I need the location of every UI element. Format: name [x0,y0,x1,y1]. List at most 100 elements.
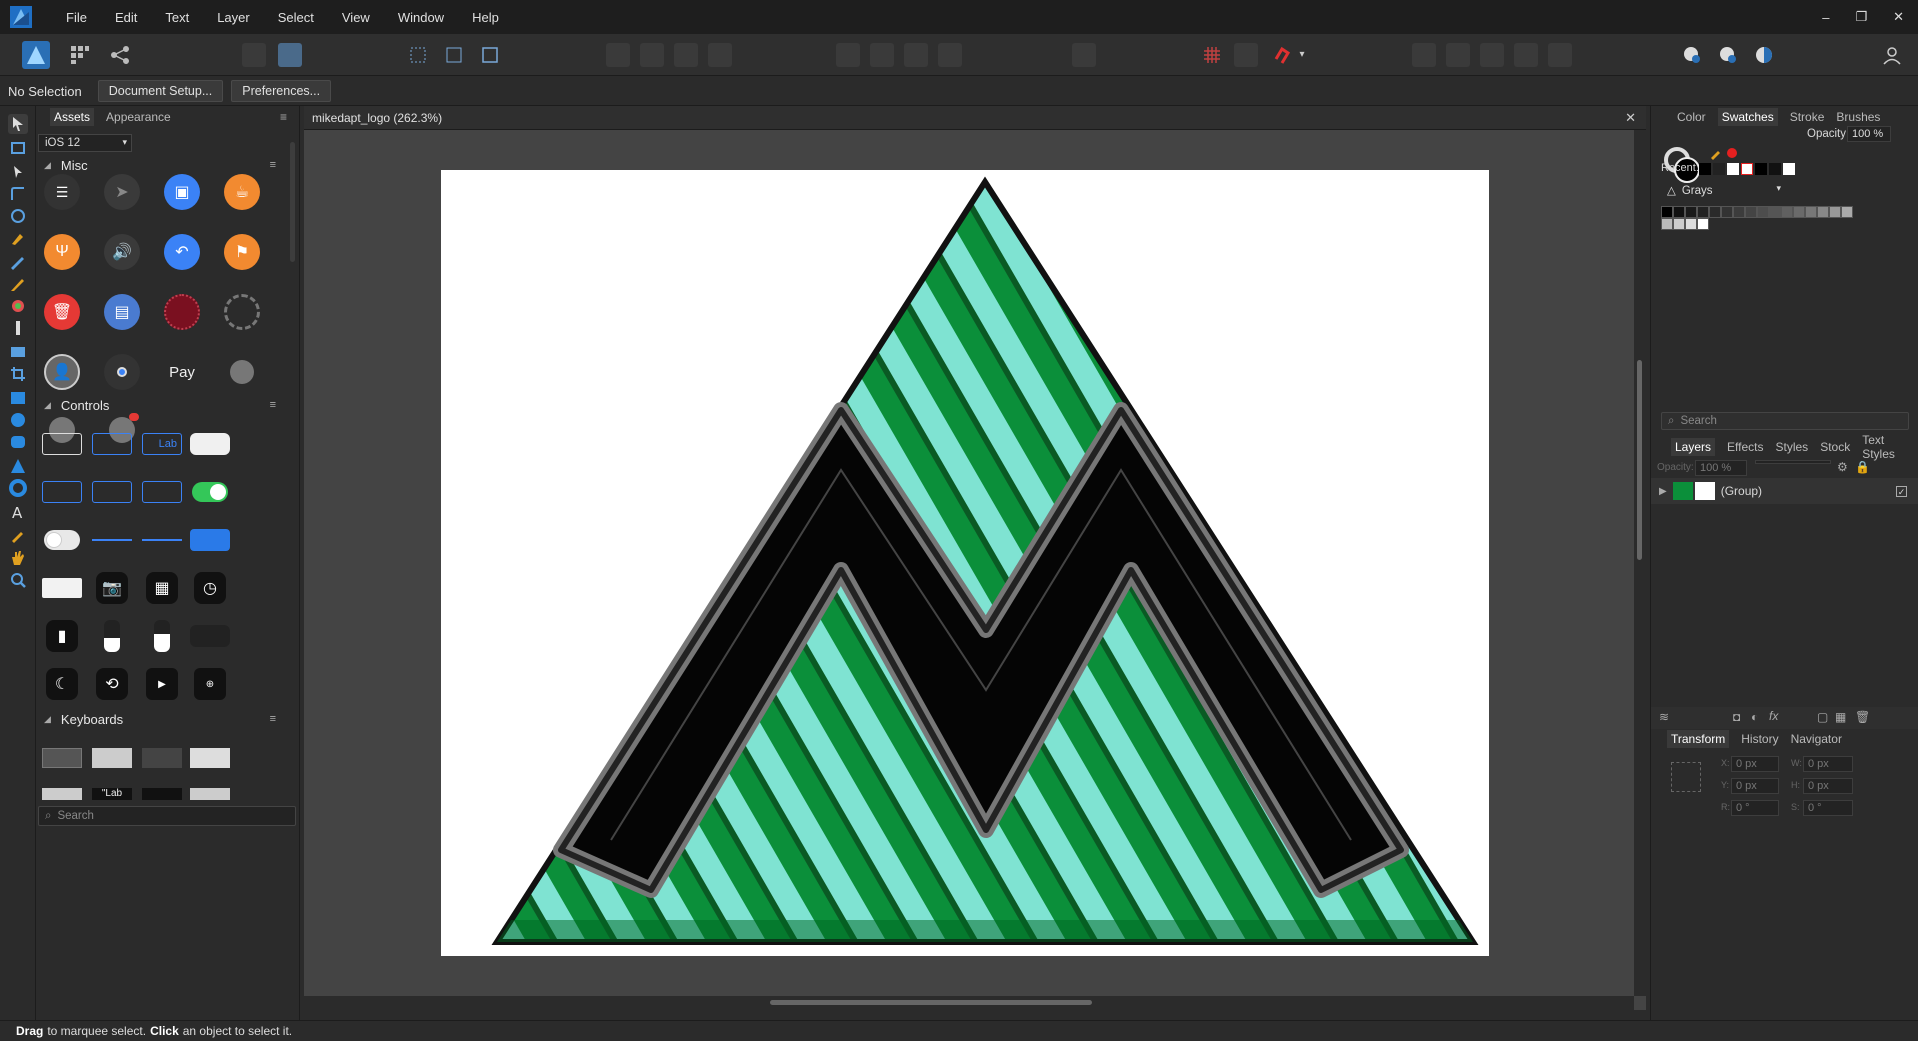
tab-effects[interactable]: Effects [1727,440,1763,454]
lock-icon[interactable]: 🔒 [1855,460,1870,474]
apple-pay-logo[interactable]: Pay [162,352,202,392]
arrange-front-icon[interactable] [1514,43,1538,67]
boolean-add-icon[interactable] [606,43,630,67]
artboard-tool-icon[interactable] [8,138,28,158]
donut-tool-icon[interactable] [8,478,28,498]
align-grid-icon[interactable] [406,43,430,67]
control-flashlight-icon[interactable]: ▮ [40,616,84,656]
tab-transform[interactable]: Transform [1667,730,1730,748]
section-controls[interactable]: ◢ Controls ≡ [36,394,288,416]
export-persona-icon[interactable] [108,43,132,67]
snap-grid-icon[interactable] [442,43,466,67]
delete-layer-icon[interactable]: 🗑 [1855,710,1870,724]
asset-avatar-icon[interactable]: 👤 [42,352,82,392]
snapping-magnet-icon[interactable] [1270,43,1294,67]
red-color-swatch[interactable] [1727,148,1737,158]
canvas[interactable] [304,130,1646,1010]
tab-appearance[interactable]: Appearance [106,110,171,124]
asset-reply-icon[interactable]: ↶ [162,232,202,272]
asset-spinner-icon[interactable] [222,292,262,332]
transform-rotation-input[interactable]: 0 ° [1731,800,1779,816]
vector-brush-icon[interactable] [8,274,28,294]
quick-fill-icon[interactable] [1752,43,1776,67]
control-blue-field[interactable] [90,424,134,464]
expand-layer-icon[interactable]: ▶ [1659,486,1667,497]
recent-swatch-black-2[interactable] [1755,163,1767,175]
menu-help[interactable]: Help [458,10,513,25]
preferences-button[interactable]: Preferences... [231,80,332,102]
layer-visibility-checkbox[interactable]: ✓ [1896,485,1907,497]
rectangle-tool-icon[interactable] [8,388,28,408]
arrange-forward-icon[interactable] [1480,43,1504,67]
flip-horizontal-icon[interactable] [836,43,860,67]
assets-scrollbar[interactable] [290,142,295,262]
transform-grid-icon[interactable] [478,43,502,67]
asset-trash-icon[interactable]: 🗑 [42,292,82,332]
tab-swatches[interactable]: Swatches [1717,108,1778,126]
account-icon[interactable] [1880,43,1904,67]
assistant-icon[interactable] [278,43,302,67]
arrange-extra-icon[interactable] [1548,43,1572,67]
mask-layer-icon[interactable]: ◘ [1733,710,1740,724]
asset-fingerprint-icon[interactable] [162,292,202,332]
asset-list-icon[interactable]: ☰ [42,172,82,212]
tab-assets[interactable]: Assets [50,108,95,126]
crop-tool-icon[interactable] [8,364,28,384]
minimize-button[interactable]: – [1822,10,1829,25]
keyboard-suggest-4[interactable] [188,782,232,806]
keyboard-dark-2[interactable] [140,738,184,778]
control-music-icon[interactable]: ▶ [140,664,184,704]
rotate-left-icon[interactable] [904,43,928,67]
blend-mode-dropdown[interactable] [1755,460,1831,464]
document-setup-button[interactable]: Document Setup... [97,80,224,102]
tab-stock[interactable]: Stock [1820,440,1850,454]
boolean-intersect-icon[interactable] [674,43,698,67]
transform-w-input[interactable]: 0 px [1803,756,1853,772]
asset-record-icon[interactable] [102,352,142,392]
tab-navigator[interactable]: Navigator [1791,732,1842,746]
control-toggle-off[interactable] [40,520,84,560]
arrange-back-icon[interactable] [1412,43,1436,67]
recent-swatch-none[interactable] [1741,163,1753,175]
tab-brushes[interactable]: Brushes [1836,110,1880,124]
layer-row-group[interactable]: ▶ (Group) ✓ [1651,478,1918,504]
tab-color[interactable]: Color [1677,110,1706,124]
tab-stroke[interactable]: Stroke [1790,110,1825,124]
maximize-button[interactable]: ❐ [1855,9,1867,25]
artboard[interactable] [441,170,1489,956]
place-image-icon[interactable] [8,342,28,362]
pixel-persona-icon[interactable] [68,43,92,67]
fx-icon[interactable]: fx [1769,709,1778,723]
document-tab[interactable]: mikedapt_logo (262.3%) ✕ [304,106,1646,130]
menu-edit[interactable]: Edit [101,10,151,25]
control-blue-field-3[interactable] [90,472,134,512]
keyboard-suggest-3[interactable] [140,782,184,806]
control-slider[interactable] [90,520,134,560]
menu-select[interactable]: Select [264,10,328,25]
pen-tool-icon[interactable] [8,228,28,248]
control-white-button[interactable] [188,424,232,464]
asset-location-icon[interactable]: ➤ [102,172,142,212]
canvas-horizontal-scrollbar[interactable] [304,996,1634,1010]
control-stepper-field[interactable] [140,472,184,512]
arrange-backward-icon[interactable] [1446,43,1470,67]
control-timer-icon[interactable]: ◷ [188,568,232,608]
move-tool-icon[interactable] [8,114,28,134]
group-layer-icon[interactable]: ▦ [1835,710,1846,724]
keyboard-light[interactable] [90,738,134,778]
control-blue-field-2[interactable] [40,472,84,512]
recent-swatch-black[interactable] [1699,163,1711,175]
snapping-dropdown-icon[interactable]: ▾ [1296,43,1308,67]
transform-h-input[interactable]: 0 px [1803,778,1853,794]
control-camera-icon[interactable]: 📷 [90,568,134,608]
transform-shear-input[interactable]: 0 ° [1803,800,1853,816]
menu-window[interactable]: Window [384,10,458,25]
triangle-tool-icon[interactable] [8,456,28,476]
adjustment-icon[interactable]: ◐ [1751,710,1758,724]
canvas-vertical-scrollbar[interactable] [1634,130,1646,996]
boolean-xor-icon[interactable] [708,43,732,67]
point-transform-icon[interactable] [8,206,28,226]
keyboard-suggest-1[interactable] [40,782,84,806]
control-toggle-on[interactable] [188,472,232,512]
add-layer-icon[interactable]: ▢ [1817,710,1828,724]
